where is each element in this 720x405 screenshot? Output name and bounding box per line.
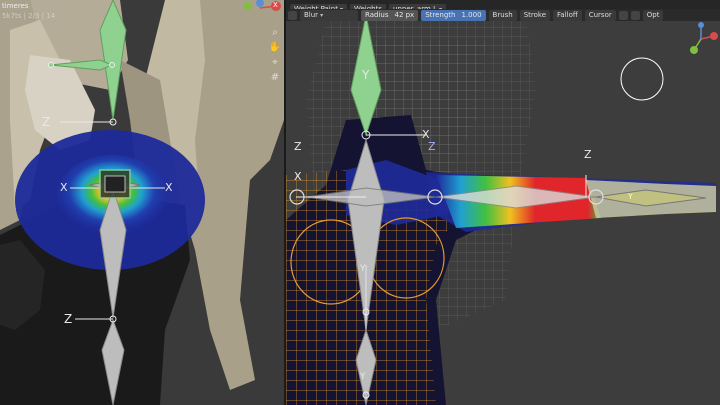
axis-label-y: Y	[362, 68, 370, 82]
symmetry-x-icon[interactable]	[618, 10, 628, 20]
axis-label-x: X	[60, 181, 68, 194]
left-3d-viewport[interactable]: timeres 5k7ts | 2/3 | 14 Z X X Z X ⌕ ✋ ⌖…	[0, 0, 284, 405]
right-3d-viewport[interactable]: Weight Paint▾ Weights upper_arm.L▾ Blur▾…	[286, 0, 720, 405]
menu-stroke[interactable]: Stroke	[519, 9, 551, 21]
axis-label-z: Z	[42, 115, 51, 129]
brush-icon[interactable]	[288, 10, 297, 20]
zoom-icon[interactable]: ⌕	[268, 26, 282, 40]
axis-label-z: Z	[428, 140, 436, 153]
navigation-gizmo[interactable]: X	[238, 0, 282, 20]
axis-label-x: X	[165, 181, 173, 194]
axis-label-z: Z	[584, 148, 592, 161]
navigation-gizmo[interactable]	[684, 22, 718, 56]
brush-selector[interactable]: Blur ▾	[300, 9, 358, 21]
tool-settings-bar: Blur ▾ Radius 42 px Strength 1.000 Brush St…	[286, 9, 720, 21]
viewport-info-line2: 5k7ts | 2/3 | 14	[2, 12, 56, 20]
right-scene	[286, 14, 716, 405]
symmetry-y-icon[interactable]	[630, 10, 640, 20]
axis-label-z: Z	[64, 312, 73, 326]
strength-field[interactable]: Strength 1.000	[421, 9, 486, 21]
viewport-info-line1: timeres	[2, 2, 29, 10]
axis-label-y: Y	[360, 372, 366, 382]
axis-label-x: X	[294, 170, 302, 183]
options-menu[interactable]: Opt	[642, 9, 664, 21]
camera-icon[interactable]: ⌖	[268, 56, 282, 70]
gizmo-x-label: X	[273, 1, 278, 9]
menu-falloff[interactable]: Falloff	[553, 9, 582, 21]
pan-hand-icon[interactable]: ✋	[268, 41, 282, 55]
axis-label-z: Z	[294, 140, 302, 153]
menu-cursor[interactable]: Cursor	[584, 9, 616, 21]
left-scene	[0, 0, 284, 405]
grid-icon[interactable]: #	[268, 71, 282, 85]
radius-field[interactable]: Radius 42 px	[361, 9, 419, 21]
menu-brush[interactable]: Brush	[488, 9, 517, 21]
brush-cursor-circle	[620, 57, 664, 101]
axis-label-y: Y	[360, 264, 366, 274]
axis-label-y: Y	[628, 192, 633, 201]
